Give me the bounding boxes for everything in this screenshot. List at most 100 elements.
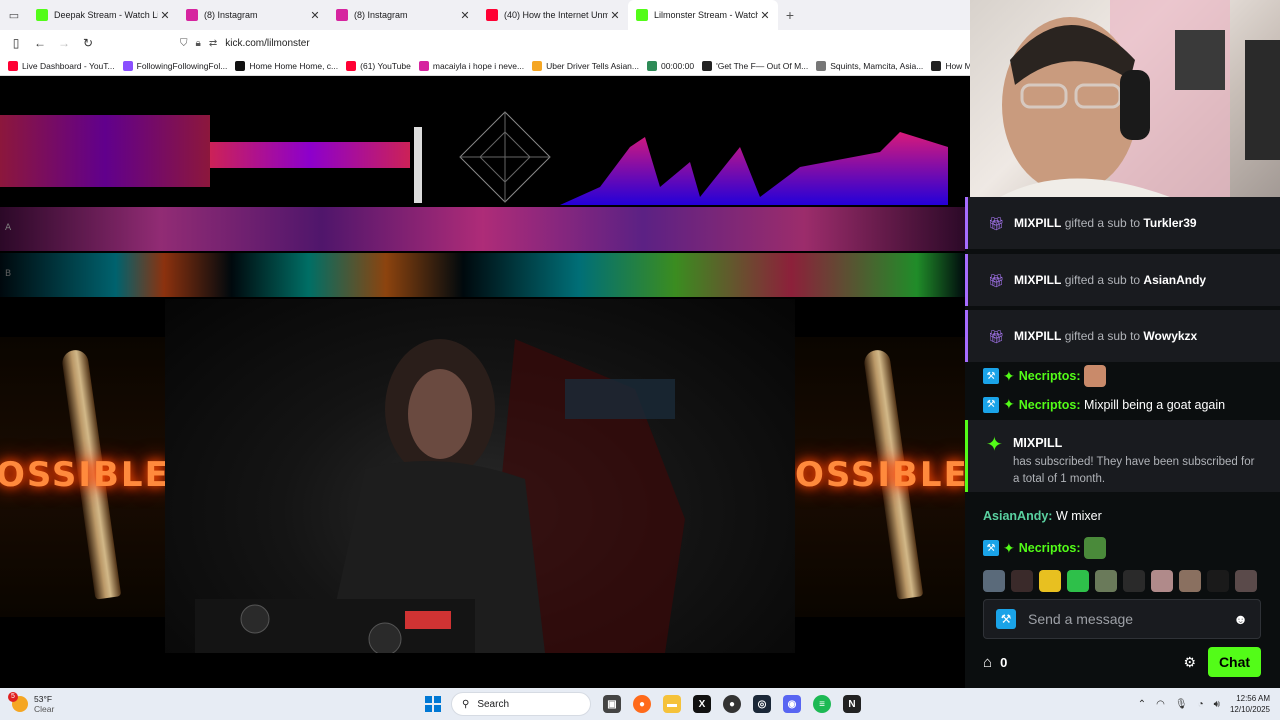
sparkle-icon: ✦ [986,434,1003,456]
chat-username[interactable]: Necriptos: [1019,369,1081,383]
emoji-picker-icon[interactable]: ☻ [1233,611,1248,627]
app-icon[interactable]: N [843,695,861,713]
gifter-name[interactable]: MIXPILL [1014,329,1061,343]
bookmark-label: macaiyla i hope i neve... [432,60,525,71]
emote-2[interactable] [1011,570,1033,592]
clock[interactable]: 12:56 AM 12/10/2025 [1230,693,1270,715]
gift-recipient[interactable]: AsianAndy [1143,273,1206,287]
address-bar[interactable]: ⛉ 🔒︎ ⇄ kick.com/lilmonster [180,38,310,49]
emote-9[interactable] [1207,570,1229,592]
tab-bar: ▭ Deepak Stream - Watch Live on✕(8) Inst… [0,0,970,30]
taskbar-search[interactable]: ⚲ Search [451,692,591,716]
gift-action-text: gifted a sub to [1064,216,1141,230]
chat-username[interactable]: Necriptos: [1019,398,1081,412]
close-tab-icon[interactable]: ✕ [308,9,322,22]
chat-username[interactable]: AsianAndy: [983,509,1052,523]
gift-recipient[interactable]: Turkler39 [1143,216,1196,230]
bookmarks-bar: Live Dashboard - YouT... FollowingFollowi… [0,56,1013,76]
emote-8[interactable] [1179,570,1201,592]
bookmark-label: Live Dashboard - YouT... [22,60,115,71]
tab-title: (8) Instagram [354,10,408,20]
windows-start-icon[interactable] [425,696,441,712]
volume-icon[interactable]: 🔊︎ [1214,699,1220,710]
steam-icon[interactable]: ◎ [753,695,771,713]
chat-footer: ⌂ 0 ⚙ Chat [983,647,1261,677]
browser-tab[interactable]: Deepak Stream - Watch Live on✕ [28,0,178,30]
close-tab-icon[interactable]: ✕ [458,9,472,22]
bookmark-item[interactable]: (61) YouTube [346,60,411,71]
instagram-icon [336,9,348,21]
bookmark-item[interactable]: 00:00:00 [646,60,694,71]
emote-4[interactable] [1067,570,1089,592]
gear-icon[interactable]: ⚙ [1183,654,1196,671]
emote-5[interactable] [1095,570,1117,592]
bookmark-label: Squints, Mamcita, Asia... [830,60,924,71]
close-tab-icon[interactable]: ✕ [758,9,772,22]
gifter-name[interactable]: MIXPILL [1014,273,1061,287]
tab-title: (8) Instagram [204,10,258,20]
weather-temp: 53°F [34,694,53,704]
close-tab-icon[interactable]: ✕ [158,9,172,22]
youtube-icon [486,9,498,21]
chat-message: ⚒ ✦ Necriptos: Mixpill being a goat agai… [983,396,1225,413]
store-icon[interactable]: ⌂ [983,654,992,671]
x-app-icon[interactable]: X [693,695,711,713]
subscription-event: ✦ MIXPILL has subscribed! They have been… [965,420,1280,492]
emote-7[interactable] [1151,570,1173,592]
chat-panel: 🎁︎ MIXPILL gifted a sub to Turkler39 🎁︎ … [965,197,1280,688]
wifi-icon[interactable]: ◔ [1198,699,1204,710]
emote-10[interactable] [1235,570,1257,592]
back-button[interactable]: ← [28,36,52,50]
sidebar-toggle-icon[interactable]: ▯ [4,36,28,50]
discord-icon[interactable]: ◉ [783,695,801,713]
close-tab-icon[interactable]: ✕ [608,9,622,22]
bookmark-item[interactable]: macaiyla i hope i neve... [418,60,525,71]
clock-time: 12:56 AM [1236,694,1270,703]
tab-list-icon[interactable]: ▭ [0,0,28,30]
bookmark-item[interactable]: Uber Driver Tells Asian... [532,60,639,71]
kick-icon [636,9,648,21]
spotify-icon[interactable]: ≡ [813,695,831,713]
search-icon: ⚲ [462,698,470,710]
sparkle-badge-icon: ✦ [1003,539,1015,556]
deck-b-waveform: B [0,253,965,297]
streamer-webcam [970,0,1280,197]
bookmark-favicon-icon [816,60,827,71]
bookmark-label: FollowingFollowingFol... [136,60,228,71]
new-tab-button[interactable]: + [778,7,802,23]
bookmark-item[interactable]: 'Get The F— Out Of M... [702,60,808,71]
forward-button[interactable]: → [52,36,76,50]
gift-icon: 🎁︎ [988,329,1005,344]
gifter-name[interactable]: MIXPILL [1014,216,1061,230]
firefox-icon[interactable]: ● [633,695,651,713]
gift-recipient[interactable]: Wowykzx [1143,329,1197,343]
task-view-icon[interactable]: ▣ [603,695,621,713]
browser-tab[interactable]: (40) How the Internet Unmaske✕ [478,0,628,30]
weather-widget[interactable]: 5 53°F Clear [8,692,54,714]
github-icon[interactable]: ● [723,695,741,713]
send-chat-button[interactable]: Chat [1208,647,1261,677]
sparkle-badge-icon: ✦ [1003,367,1015,384]
taskbar-apps: ⚲ Search ▣ ● ▬ X ● ◎ ◉ ≡ N [425,688,861,720]
chevron-up-icon[interactable]: ⌃ [1138,699,1146,710]
emote-1[interactable] [983,570,1005,592]
file-explorer-icon[interactable]: ▬ [663,695,681,713]
emote-6[interactable] [1123,570,1145,592]
chat-username[interactable]: Necriptos: [1019,541,1081,555]
browser-tab[interactable]: (8) Instagram ✕ [178,0,328,30]
subscriber-name[interactable]: MIXPILL [1013,436,1062,450]
chat-input[interactable]: ⚒ Send a message ☻ [983,599,1261,639]
network-icon[interactable]: ◠ [1156,699,1165,710]
bookmark-item[interactable]: Squints, Mamcita, Asia... [816,60,924,71]
reload-button[interactable]: ↻ [76,36,100,50]
browser-tab[interactable]: Lilmonster Stream - Watch ✕ [628,0,778,30]
browser-tab[interactable]: (8) Instagram ✕ [328,0,478,30]
bookmark-item[interactable]: FollowingFollowingFol... [122,60,228,71]
chat-message-text: Mixpill being a goat again [1084,397,1226,412]
bookmark-item[interactable]: Live Dashboard - YouT... [8,60,115,71]
microphone-icon[interactable]: 🎙︎ [1175,699,1188,710]
emote-3[interactable] [1039,570,1061,592]
bookmark-item[interactable]: Home Home Home, c... [235,60,338,71]
stream-player[interactable]: A B OSSIBLE V OSSIBLE V [0,77,965,688]
bookmark-favicon-icon [702,60,713,71]
